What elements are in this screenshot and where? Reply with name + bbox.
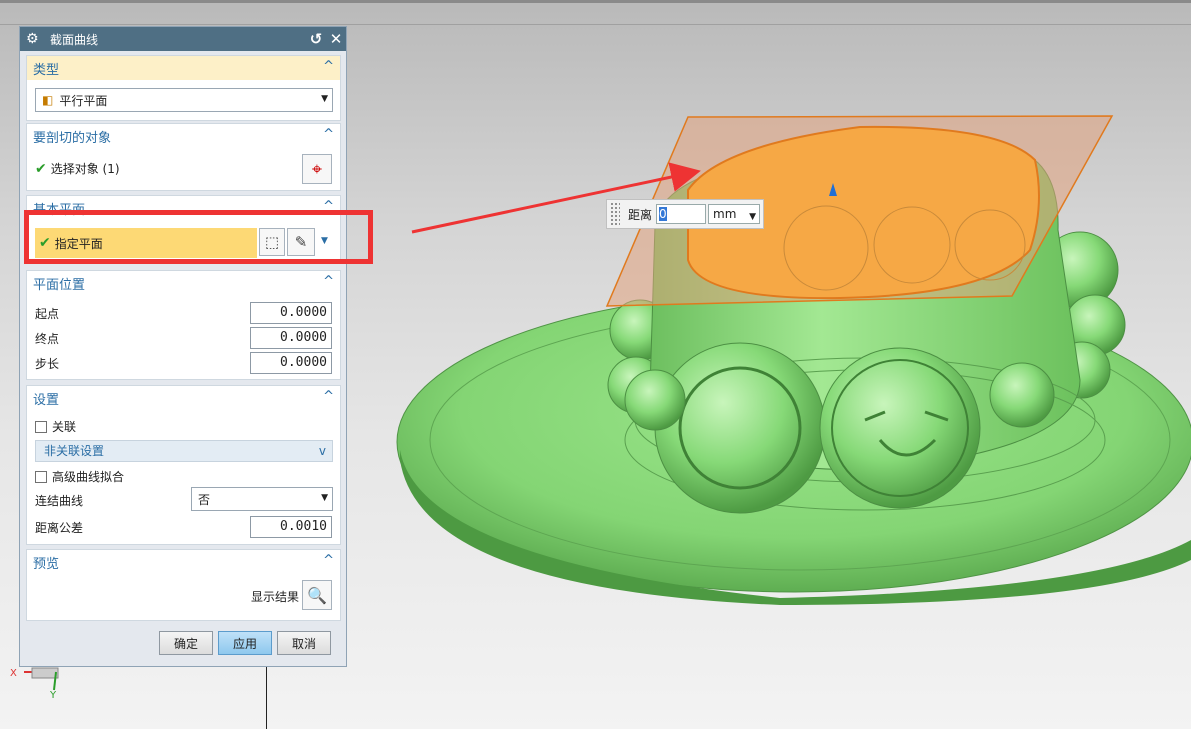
end-label: 终点	[35, 332, 60, 346]
plane-position-group-header[interactable]: 平面位置 ^	[27, 271, 340, 295]
chevron-down-icon: v	[318, 444, 326, 458]
dialog-title-bar[interactable]: ⚙ 截面曲线 ↺ ✕	[20, 27, 346, 51]
reset-icon[interactable]: ↺	[306, 30, 326, 48]
annotation-highlight-box	[24, 210, 373, 264]
distance-label: 距离	[628, 207, 653, 222]
step-field[interactable]: 0.0000	[250, 352, 332, 374]
preview-group-header[interactable]: 预览 ^	[27, 550, 340, 574]
advanced-fit-checkbox[interactable]	[35, 470, 47, 483]
objects-group: 要剖切的对象 ^ ✔ 选择对象 (1) ⌖	[26, 123, 341, 191]
associative-checkbox-row[interactable]: 关联	[35, 418, 76, 435]
collapse-chevron-icon[interactable]: ^	[323, 553, 334, 568]
start-label: 起点	[35, 307, 60, 321]
apply-button[interactable]: 应用	[218, 631, 272, 655]
chevron-down-icon: ▼	[321, 493, 328, 503]
advanced-fit-checkbox-row[interactable]: 高级曲线拟合	[35, 468, 124, 485]
emblem-right	[819, 347, 981, 509]
gear-icon: ⚙	[26, 31, 39, 47]
show-result-label: 显示结果	[251, 590, 300, 604]
magnifier-icon: 🔍	[307, 585, 327, 605]
type-group-header[interactable]: 类型 ^	[27, 56, 340, 80]
axis-x-label: X	[10, 668, 17, 679]
bead-ball	[989, 362, 1055, 428]
drag-grip-icon[interactable]	[610, 202, 620, 226]
check-icon: ✔	[35, 160, 47, 177]
section-curve-dialog: ⚙ 截面曲线 ↺ ✕ 类型 ^ ◧ 平行平面 ▼ 要剖切的对象 ^ ✔ 选择对象…	[19, 26, 347, 667]
associative-checkbox[interactable]	[35, 420, 47, 433]
collapse-chevron-icon[interactable]: ^	[323, 389, 334, 404]
crosshair-icon: ⌖	[311, 158, 323, 180]
viewport-divider	[266, 662, 267, 729]
collapse-chevron-icon[interactable]: ^	[323, 274, 334, 289]
cancel-button[interactable]: 取消	[277, 631, 331, 655]
distance-tol-field[interactable]: 0.0010	[250, 516, 332, 538]
end-field[interactable]: 0.0000	[250, 327, 332, 349]
chevron-down-icon: ▼	[749, 212, 757, 222]
start-field[interactable]: 0.0000	[250, 302, 332, 324]
select-crosshair-button[interactable]: ⌖	[302, 154, 332, 184]
step-label: 步长	[35, 357, 60, 371]
preview-group: 预览 ^ 显示结果 🔍	[26, 549, 341, 621]
distance-unit-select[interactable]: mm ▼	[708, 204, 761, 224]
show-result-button[interactable]: 🔍	[302, 580, 332, 610]
settings-group: 设置 ^ 关联 非关联设置 v 高级曲线拟合 连结曲线 否 ▼ 距离公差 0.0…	[26, 385, 341, 545]
plane-position-group: 平面位置 ^ 起点 0.0000 终点 0.0000 步长 0.0000	[26, 270, 341, 380]
nonassoc-settings-subgroup[interactable]: 非关联设置 v	[35, 440, 333, 462]
ok-button[interactable]: 确定	[159, 631, 213, 655]
objects-group-header[interactable]: 要剖切的对象 ^	[27, 124, 340, 148]
distance-onscreen-input[interactable]: 距离 0 mm ▼	[606, 199, 764, 229]
collapse-chevron-icon[interactable]: ^	[323, 127, 334, 142]
dialog-title: 截面曲线	[50, 32, 99, 47]
type-group: 类型 ^ ◧ 平行平面 ▼	[26, 55, 341, 121]
collapse-chevron-icon[interactable]: ^	[323, 59, 334, 74]
bead-ball	[624, 369, 686, 431]
axis-y-label: Y	[49, 690, 57, 700]
type-select[interactable]: ◧ 平行平面 ▼	[35, 88, 333, 112]
distance-value-field[interactable]: 0	[656, 204, 707, 224]
join-curves-label: 连结曲线	[35, 494, 84, 508]
join-curves-select[interactable]: 否 ▼	[191, 487, 333, 511]
chevron-down-icon: ▼	[321, 94, 328, 104]
select-object-row[interactable]: ✔ 选择对象 (1)	[35, 160, 120, 177]
settings-group-header[interactable]: 设置 ^	[27, 386, 340, 410]
plane-type-icon: ◧	[42, 93, 54, 107]
distance-tol-label: 距离公差	[35, 521, 84, 535]
close-icon[interactable]: ✕	[326, 30, 346, 48]
